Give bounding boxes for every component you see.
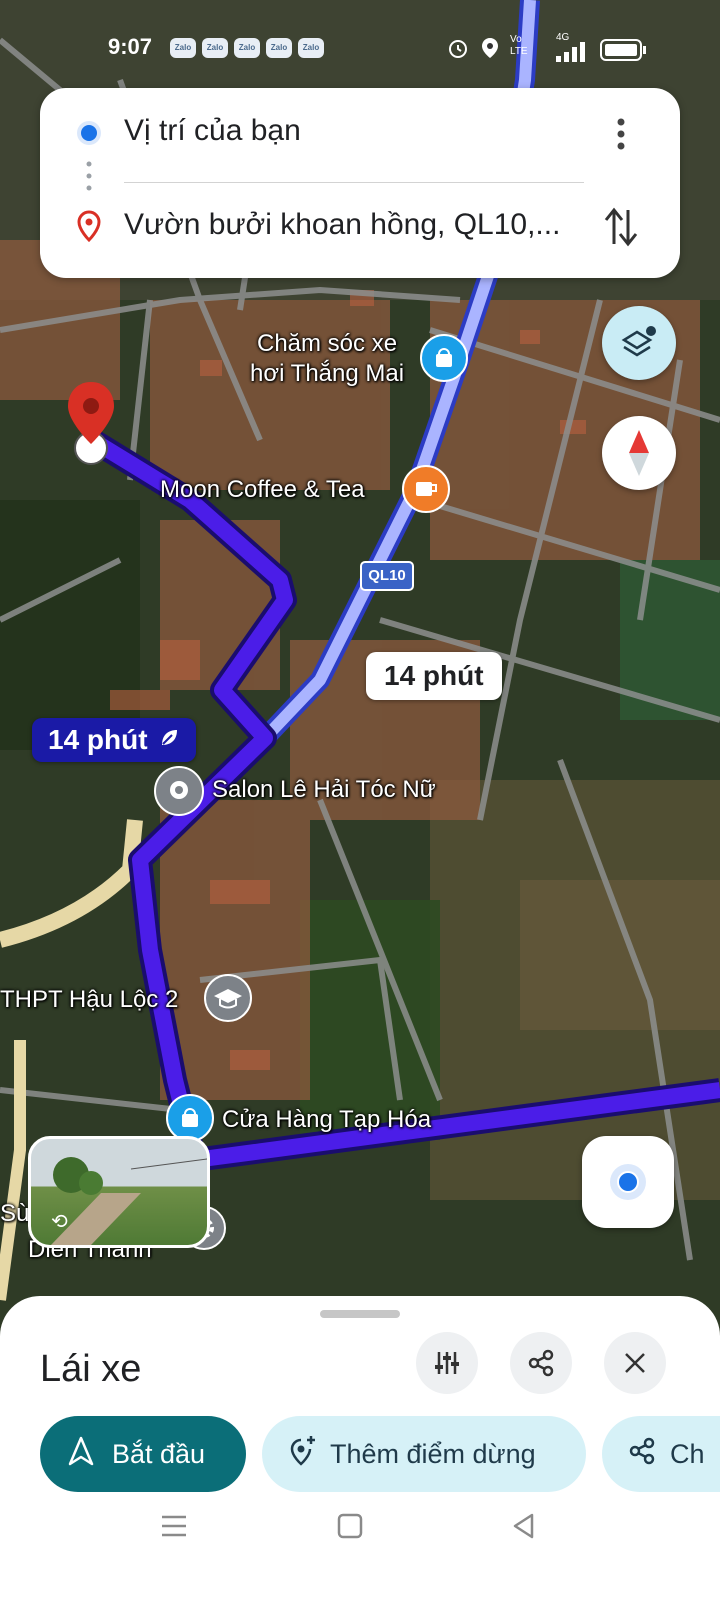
alarm-icon	[446, 36, 470, 65]
share-icon	[527, 1349, 555, 1382]
poi-grocery-label[interactable]: Cửa Hàng Tạp Hóa	[222, 1106, 431, 1134]
status-bar: 9:07 Zalo Zalo Zalo Zalo Zalo Vo LTE 4G	[0, 30, 720, 66]
poi-coffee-icon[interactable]	[402, 465, 450, 513]
share-chip-button[interactable]: Ch	[602, 1416, 720, 1492]
poi-coffee-label[interactable]: Moon Coffee & Tea	[160, 476, 365, 504]
system-navigation-bar	[0, 1504, 720, 1600]
poi-school-label[interactable]: THPT Hậu Lộc 2	[0, 986, 178, 1014]
primary-route-time[interactable]: 14 phút	[32, 718, 196, 762]
my-location-icon	[608, 1162, 648, 1207]
zalo-notification-icon: Zalo	[298, 38, 324, 58]
primary-route-time-label: 14 phút	[48, 724, 148, 755]
origin-location-icon	[76, 120, 102, 146]
poi-car-care-label[interactable]: Chăm sóc xe hơi Thắng Mai	[250, 330, 404, 388]
zalo-notification-icon: Zalo	[266, 38, 292, 58]
sheet-drag-handle[interactable]	[320, 1310, 400, 1318]
location-status-icon	[478, 36, 502, 65]
route-options-button[interactable]	[416, 1332, 478, 1394]
route-card: Vị trí của bạn Vườn bưởi khoan hồng, QL1…	[40, 88, 680, 278]
compass-button[interactable]	[602, 416, 676, 490]
destination-pin-icon[interactable]	[66, 378, 116, 468]
back-icon[interactable]	[510, 1512, 538, 1545]
zalo-notification-icon: Zalo	[202, 38, 228, 58]
zalo-notification-icon: Zalo	[234, 38, 260, 58]
volte-label: Vo LTE	[510, 34, 528, 57]
my-location-button[interactable]	[582, 1136, 674, 1228]
close-icon	[623, 1351, 647, 1380]
eco-leaf-icon	[158, 724, 180, 756]
route-dots-icon	[86, 160, 92, 194]
navigation-arrow-icon	[68, 1436, 94, 1473]
start-label: Bắt đầu	[112, 1438, 206, 1469]
share-route-button[interactable]	[510, 1332, 572, 1394]
poi-salon-label[interactable]: Salon Lê Hải Tóc Nữ	[212, 776, 436, 804]
share-chip-icon	[628, 1437, 656, 1472]
swap-vertical-icon[interactable]	[602, 204, 640, 250]
tune-icon	[433, 1349, 461, 1382]
compass-icon	[625, 428, 653, 483]
rotate-360-icon: ⟲	[51, 1211, 68, 1233]
alternate-route-time[interactable]: 14 phút	[366, 652, 502, 700]
road-shield: QL10	[360, 561, 414, 591]
close-directions-button[interactable]	[604, 1332, 666, 1394]
signal-icon	[556, 42, 590, 67]
home-icon[interactable]	[336, 1512, 364, 1545]
zalo-notification-icon: Zalo	[170, 38, 196, 58]
travel-mode-title: Lái xe	[40, 1348, 142, 1390]
poi-car-care-icon[interactable]	[420, 334, 468, 382]
battery-icon	[600, 38, 648, 67]
poi-grocery-icon[interactable]	[166, 1094, 214, 1142]
add-stop-label: Thêm điểm dừng	[330, 1438, 536, 1469]
destination-field[interactable]: Vườn bưởi khoan hồng, QL10,...	[124, 208, 560, 242]
add-stop-button[interactable]: Thêm điểm dừng	[262, 1416, 586, 1492]
layers-icon	[620, 324, 658, 367]
share-chip-label: Ch	[670, 1438, 705, 1469]
poi-partial-label: Sù	[0, 1200, 30, 1227]
origin-field[interactable]: Vị trí của bạn	[124, 114, 301, 148]
poi-salon-icon[interactable]	[154, 766, 204, 816]
start-navigation-button[interactable]: Bắt đầu	[40, 1416, 246, 1492]
layers-button[interactable]	[602, 306, 676, 380]
street-view-thumbnail[interactable]: ⟲	[28, 1136, 210, 1248]
more-vert-icon[interactable]	[606, 114, 636, 154]
card-divider	[124, 182, 584, 183]
poi-school-icon[interactable]	[204, 974, 252, 1022]
status-time: 9:07	[108, 34, 153, 59]
recent-apps-icon[interactable]	[160, 1512, 188, 1545]
destination-marker-icon	[76, 210, 102, 243]
add-location-icon	[288, 1435, 318, 1474]
